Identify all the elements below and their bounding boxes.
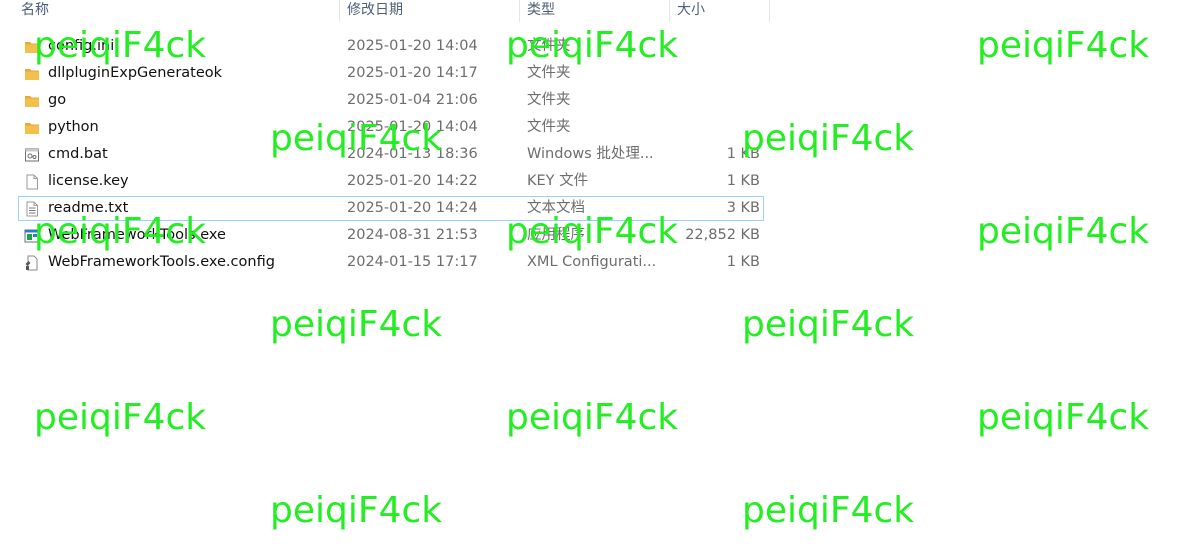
watermark-text: peiqiF4ck bbox=[506, 397, 679, 438]
column-header-size[interactable]: 大小 bbox=[670, 0, 770, 22]
file-row[interactable]: license.key 2025-01-20 14:22 KEY 文件 1 KB bbox=[0, 168, 780, 195]
column-header-name[interactable]: 名称 bbox=[14, 0, 340, 22]
watermark-text: peiqiF4ck bbox=[977, 211, 1150, 252]
watermark-text: peiqiF4ck bbox=[742, 304, 915, 345]
file-date-modified: 2025-01-20 14:24 bbox=[347, 200, 478, 216]
file-type: 文件夹 bbox=[527, 38, 571, 54]
file-type: 文件夹 bbox=[527, 119, 571, 135]
file-row[interactable]: python 2025-01-20 14:04 文件夹 bbox=[0, 114, 780, 141]
folder-icon bbox=[24, 120, 40, 136]
folder-icon bbox=[24, 39, 40, 55]
file-name: python bbox=[48, 119, 99, 135]
file-date-modified: 2024-08-31 21:53 bbox=[347, 227, 478, 243]
file-row[interactable]: readme.txt 2025-01-20 14:24 文本文档 3 KB bbox=[0, 195, 780, 222]
file-type: 文件夹 bbox=[527, 65, 571, 81]
file-name: go bbox=[48, 92, 67, 108]
file-date-modified: 2025-01-20 14:04 bbox=[347, 38, 478, 54]
file-name: dllpluginExpGenerateok bbox=[48, 65, 223, 81]
watermark-text: peiqiF4ck bbox=[270, 490, 443, 531]
file-date-modified: 2025-01-20 14:17 bbox=[347, 65, 478, 81]
file-name: WebFrameworkTools.exe.config bbox=[48, 254, 275, 270]
file-type: KEY 文件 bbox=[527, 173, 589, 189]
file-date-modified: 2024-01-13 18:36 bbox=[347, 146, 478, 162]
folder-icon bbox=[24, 66, 40, 82]
folder-icon bbox=[24, 93, 40, 109]
file-name: license.key bbox=[48, 173, 129, 189]
watermark-text: peiqiF4ck bbox=[742, 490, 915, 531]
file-row[interactable]: cmd.bat 2024-01-13 18:36 Windows 批处理... 1 K… bbox=[0, 141, 780, 168]
file-date-modified: 2025-01-20 14:04 bbox=[347, 119, 478, 135]
file-row[interactable]: dllpluginExpGenerateok 2025-01-20 14:17 文件… bbox=[0, 60, 780, 87]
text-file-icon bbox=[24, 201, 40, 217]
file-size: 22,852 KB bbox=[685, 227, 760, 243]
file-row[interactable]: WebFrameworkTools.exe.config 2024-01-15 1… bbox=[0, 249, 780, 276]
watermark-text: peiqiF4ck bbox=[34, 397, 207, 438]
column-header-type[interactable]: 类型 bbox=[520, 0, 670, 22]
file-type: Windows 批处理... bbox=[527, 146, 654, 162]
file-name: cmd.bat bbox=[48, 146, 108, 162]
file-name: readme.txt bbox=[48, 200, 129, 216]
file-list: config.ini 2025-01-20 14:04 文件夹 dllpluginEx… bbox=[0, 33, 780, 276]
file-type: XML Configurati... bbox=[527, 254, 657, 270]
column-header-date-modified[interactable]: 修改日期 bbox=[340, 0, 520, 22]
file-explorer-details-view: 名称 修改日期 类型 大小 config.ini 2025-01-20 14:04… bbox=[0, 0, 1179, 558]
file-name: WebFrameworkTools.exe bbox=[48, 227, 226, 243]
file-date-modified: 2025-01-04 21:06 bbox=[347, 92, 478, 108]
watermark-text: peiqiF4ck bbox=[270, 304, 443, 345]
file-size: 1 KB bbox=[726, 173, 760, 189]
file-size: 1 KB bbox=[726, 254, 760, 270]
watermark-text: peiqiF4ck bbox=[977, 25, 1150, 66]
watermark-text: peiqiF4ck bbox=[977, 397, 1150, 438]
file-size: 1 KB bbox=[726, 146, 760, 162]
file-row[interactable]: go 2025-01-04 21:06 文件夹 bbox=[0, 87, 780, 114]
file-date-modified: 2024-01-15 17:17 bbox=[347, 254, 478, 270]
config-file-icon bbox=[24, 255, 40, 271]
exe-app-icon bbox=[24, 228, 40, 244]
file-type: 文本文档 bbox=[527, 200, 585, 216]
blank-file-icon bbox=[24, 174, 40, 190]
file-row[interactable]: config.ini 2025-01-20 14:04 文件夹 bbox=[0, 33, 780, 60]
file-size: 3 KB bbox=[726, 200, 760, 216]
batch-file-icon bbox=[24, 147, 40, 163]
file-name: config.ini bbox=[48, 38, 115, 54]
file-type: 文件夹 bbox=[527, 92, 571, 108]
file-row[interactable]: WebFrameworkTools.exe 2024-08-31 21:53 应用程… bbox=[0, 222, 780, 249]
file-type: 应用程序 bbox=[527, 227, 585, 243]
file-date-modified: 2025-01-20 14:22 bbox=[347, 173, 478, 189]
column-header-bar: 名称 修改日期 类型 大小 bbox=[0, 0, 770, 22]
